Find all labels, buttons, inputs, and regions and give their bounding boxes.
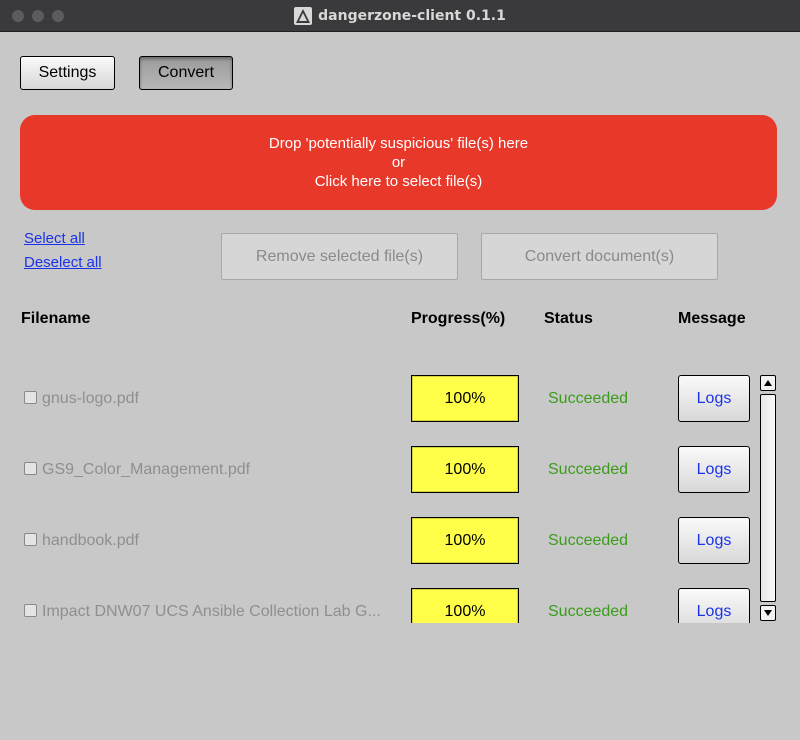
close-window-button[interactable] — [12, 10, 24, 22]
file-list: gnus-logo.pdf 100% Succeeded Logs GS9_Co… — [0, 362, 760, 623]
progress-indicator: 100% — [411, 588, 519, 623]
file-select-checkbox[interactable] — [24, 462, 37, 475]
file-drop-zone[interactable]: Drop 'potentially suspicious' file(s) he… — [20, 115, 777, 210]
convert-documents-button[interactable]: Convert document(s) — [481, 233, 718, 280]
file-list-scrollbar[interactable] — [760, 375, 777, 623]
file-name: GS9_Color_Management.pdf — [42, 461, 251, 478]
column-header-status: Status — [544, 310, 593, 327]
progress-indicator: 100% — [411, 517, 519, 564]
progress-indicator: 100% — [411, 446, 519, 493]
window-controls — [12, 10, 64, 22]
triangle-down-icon — [764, 610, 772, 616]
logs-button[interactable]: Logs — [678, 588, 750, 623]
logs-button[interactable]: Logs — [678, 446, 750, 493]
logs-button[interactable]: Logs — [678, 375, 750, 422]
dropzone-line-2: or — [391, 154, 406, 171]
file-select-checkbox[interactable] — [24, 391, 37, 404]
remove-selected-files-button[interactable]: Remove selected file(s) — [221, 233, 458, 280]
file-row: gnus-logo.pdf 100% Succeeded Logs — [0, 362, 760, 433]
select-all-link[interactable]: Select all — [24, 230, 85, 247]
file-select-checkbox[interactable] — [24, 604, 37, 617]
column-header-filename: Filename — [21, 310, 91, 327]
column-header-progress: Progress(%) — [411, 310, 506, 327]
window-title-group: dangerzone-client 0.1.1 — [294, 6, 506, 25]
file-row: Impact DNW07 UCS Ansible Collection Lab … — [0, 575, 760, 623]
settings-button[interactable]: Settings — [20, 56, 115, 90]
file-row: GS9_Color_Management.pdf 100% Succeeded … — [0, 433, 760, 504]
title-bar: dangerzone-client 0.1.1 — [0, 0, 800, 32]
file-name: Impact DNW07 UCS Ansible Collection Lab … — [42, 603, 381, 620]
file-name: handbook.pdf — [42, 532, 139, 549]
zoom-window-button[interactable] — [52, 10, 64, 22]
minimize-window-button[interactable] — [32, 10, 44, 22]
file-select-checkbox[interactable] — [24, 533, 37, 546]
column-header-message: Message — [678, 310, 746, 327]
dangerzone-logo-icon — [294, 6, 313, 25]
status-label: Succeeded — [548, 461, 629, 478]
dropzone-line-3: Click here to select file(s) — [314, 173, 483, 190]
file-row: handbook.pdf 100% Succeeded Logs — [0, 504, 760, 575]
convert-tab-button[interactable]: Convert — [139, 56, 233, 90]
window-title: dangerzone-client 0.1.1 — [318, 7, 506, 24]
progress-indicator: 100% — [411, 375, 519, 422]
status-label: Succeeded — [548, 390, 629, 407]
scrollbar-thumb[interactable] — [760, 394, 776, 602]
triangle-up-icon — [764, 380, 772, 386]
scroll-down-button[interactable] — [760, 605, 776, 621]
dropzone-line-1: Drop 'potentially suspicious' file(s) he… — [268, 135, 529, 152]
status-label: Succeeded — [548, 603, 629, 620]
status-label: Succeeded — [548, 532, 629, 549]
file-name: gnus-logo.pdf — [42, 390, 139, 407]
logs-button[interactable]: Logs — [678, 517, 750, 564]
scroll-up-button[interactable] — [760, 375, 776, 391]
deselect-all-link[interactable]: Deselect all — [24, 254, 102, 271]
